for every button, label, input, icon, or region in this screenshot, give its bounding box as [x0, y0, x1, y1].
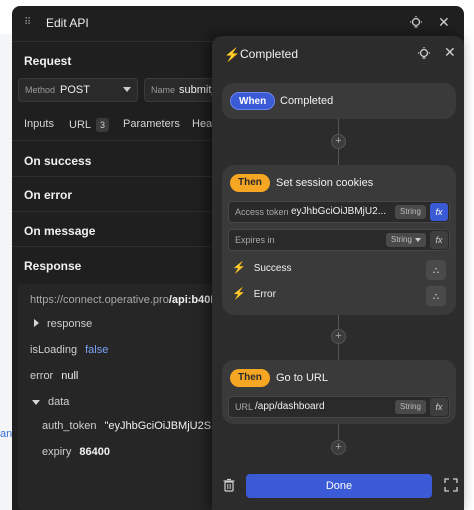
completed-event-popup: ⚡ Completed ✕ When Completed + Then Set …	[212, 36, 464, 510]
on-error-section[interactable]: On error	[24, 188, 72, 202]
response-section[interactable]: Response	[24, 259, 81, 273]
flow-tree-icon[interactable]: ⛬	[426, 260, 446, 280]
on-message-section[interactable]: On message	[24, 224, 95, 238]
bolt-icon: ⚡	[232, 262, 246, 274]
background-link-fragment[interactable]: an	[0, 428, 12, 440]
type-badge: String	[395, 205, 426, 219]
panel-title: Edit API	[46, 16, 89, 30]
expand-icon[interactable]	[444, 478, 458, 492]
type-select-value: String	[391, 235, 412, 244]
lightbulb-icon[interactable]	[416, 46, 432, 62]
popup-title: Completed	[240, 47, 299, 61]
expand-arrow-icon	[34, 319, 39, 327]
divider	[12, 246, 212, 247]
response-node[interactable]: response	[34, 318, 92, 330]
divider	[12, 176, 212, 177]
type-badge: String	[395, 400, 426, 414]
expiry-value: 86400	[79, 446, 110, 458]
response-url-prefix: https://connect.operative.pro	[30, 294, 169, 306]
data-key: data	[48, 396, 70, 408]
trash-icon[interactable]	[222, 478, 236, 492]
expiry-key: expiry	[42, 446, 72, 458]
url-value: /app/dashboard	[255, 401, 325, 412]
add-step-button[interactable]: +	[331, 440, 346, 455]
when-pill: When	[230, 92, 276, 110]
error-value: null	[61, 370, 79, 382]
access-token-value: eyJhbGciOiJBMjU2...	[291, 206, 387, 217]
request-section-title: Request	[24, 54, 72, 68]
error-event-label: Error	[253, 289, 276, 300]
error-key: error	[30, 370, 54, 382]
type-select[interactable]: String	[386, 233, 426, 247]
bolt-icon: ⚡	[232, 288, 246, 300]
then-pill: Then	[230, 174, 270, 192]
tab-headers[interactable]: Hea	[192, 118, 212, 130]
then-go-to-url-card: Then Go to URL URL /app/dashboard String…	[222, 360, 456, 424]
done-button[interactable]: Done	[246, 474, 432, 498]
fx-button[interactable]: fx	[430, 398, 448, 416]
isloading-key: isLoading	[30, 344, 78, 356]
url-field[interactable]: URL /app/dashboard String fx	[228, 396, 450, 418]
auth-token-row: auth_token "eyJhbGciOiJBMjU2S1ciL	[42, 420, 231, 432]
on-success-section[interactable]: On success	[24, 154, 91, 168]
then-label: Go to URL	[276, 372, 328, 384]
expires-in-field[interactable]: Expires in String fx	[228, 229, 450, 251]
expires-in-key: Expires in	[235, 235, 275, 245]
error-row: error null	[30, 370, 78, 382]
tab-url[interactable]: URL 3	[69, 118, 110, 132]
isloading-value: false	[85, 344, 109, 356]
close-icon[interactable]: ✕	[444, 44, 456, 61]
then-pill: Then	[230, 369, 270, 387]
success-event-label: Success	[253, 263, 292, 274]
tab-url-label: URL	[69, 119, 92, 131]
drag-handle-icon[interactable]: ⠿	[24, 17, 36, 29]
flow-tree-icon[interactable]: ⛬	[426, 286, 446, 306]
lightbulb-icon[interactable]	[408, 15, 424, 31]
then-label: Set session cookies	[276, 177, 374, 189]
expiry-row: expiry 86400	[42, 446, 110, 458]
response-inspector: https://connect.operative.pro/api:b40Kw …	[18, 284, 231, 510]
fx-button[interactable]: fx	[430, 231, 448, 249]
when-card[interactable]: When Completed	[222, 83, 456, 119]
then-set-session-cookies-card: Then Set session cookies Access token ey…	[222, 165, 456, 315]
collapse-arrow-icon	[32, 399, 40, 405]
chevron-down-icon	[123, 87, 131, 92]
access-token-key: Access token	[235, 207, 289, 217]
add-step-button[interactable]: +	[331, 329, 346, 344]
tab-url-count: 3	[96, 118, 110, 132]
bolt-icon: ⚡	[224, 47, 241, 62]
method-select[interactable]: Method POST	[18, 78, 138, 102]
tab-inputs[interactable]: Inputs	[24, 118, 54, 130]
fx-button[interactable]: fx	[430, 203, 448, 221]
response-url: https://connect.operative.pro/api:b40Kw	[30, 294, 227, 306]
when-label: Completed	[280, 95, 334, 107]
response-key: response	[47, 318, 93, 330]
access-token-field[interactable]: Access token eyJhbGciOiJBMjU2... String …	[228, 201, 450, 223]
auth-token-key: auth_token	[42, 420, 97, 432]
method-value: POST	[60, 84, 90, 96]
success-event-row: ⚡ Success	[232, 261, 292, 281]
error-event-row: ⚡ Error	[232, 287, 276, 307]
close-icon[interactable]: ✕	[438, 14, 450, 31]
isloading-row: isLoading false	[30, 344, 108, 356]
data-node[interactable]: data	[32, 396, 69, 408]
url-key: URL	[235, 402, 254, 412]
add-step-button[interactable]: +	[331, 134, 346, 149]
divider	[12, 140, 212, 141]
chevron-down-icon	[414, 237, 421, 242]
name-label: Name	[151, 85, 176, 95]
tab-parameters[interactable]: Parameters	[123, 118, 180, 130]
divider	[12, 211, 212, 212]
method-label: Method	[25, 85, 56, 95]
